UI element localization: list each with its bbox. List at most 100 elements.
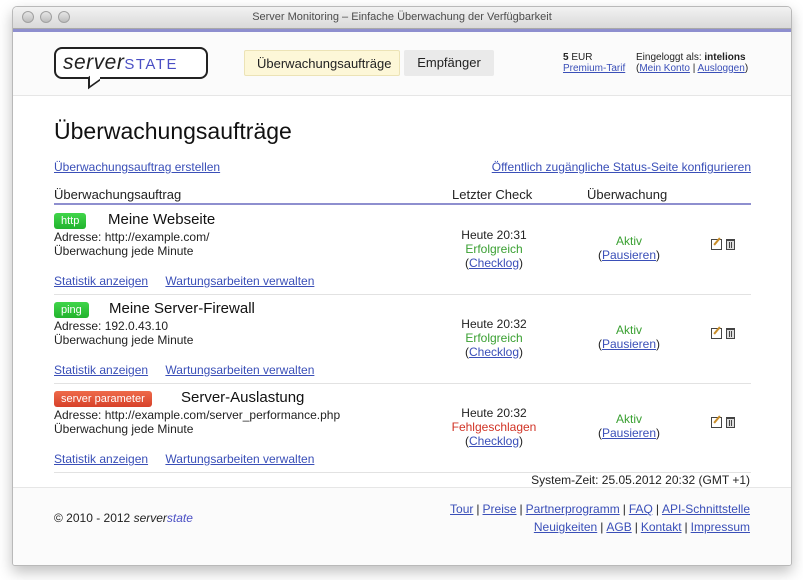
logo-text-part1: server: [63, 51, 125, 74]
check-status: Erfolgreich: [465, 331, 523, 345]
column-header-last-check: Letzter Check: [452, 187, 533, 202]
check-status: Fehlgeschlagen: [451, 420, 537, 434]
premium-plan-link[interactable]: Premium-Tarif: [563, 63, 625, 74]
job-type-badge: ping: [54, 302, 89, 318]
statistics-link[interactable]: Statistik anzeigen: [54, 363, 148, 377]
create-job-link[interactable]: Überwachungsauftrag erstellen: [54, 160, 220, 174]
last-check: Heute 20:32 Fehlgeschlagen (Checklog): [434, 406, 554, 448]
monitoring-status: Aktiv (Pausieren): [579, 234, 679, 262]
logo-text-part2: state: [124, 51, 178, 74]
trash-icon[interactable]: [726, 239, 735, 250]
check-time: Heute 20:31: [461, 228, 527, 242]
checklog-link[interactable]: Checklog: [469, 256, 519, 270]
job-address: Adresse: http://example.com/: [54, 230, 210, 244]
page-footer: © 2010 - 2012 serverstate Tour | Preise | Pa…: [13, 487, 791, 565]
job-address: Adresse: 192.0.43.10: [54, 319, 169, 333]
job-info: Adresse: http://example.com/ Überwachung…: [54, 230, 209, 258]
job-type-badge: http: [54, 213, 87, 229]
check-time: Heute 20:32: [461, 317, 527, 331]
serverstate-logo[interactable]: serverstate: [54, 47, 208, 90]
top-links: Überwachungsauftrag erstellen Öffentlich…: [54, 160, 751, 174]
page-header: serverstate Überwachungsaufträge Empfäng…: [13, 32, 791, 96]
job-address: Adresse: http://example.com/server_perfo…: [54, 408, 341, 422]
job-name: Meine Webseite: [108, 211, 216, 228]
copyright-prefix: © 2010 - 2012: [54, 511, 134, 525]
footer-links-row1: Tour | Preise | Partnerprogramm | FAQ | API-Schn…: [450, 502, 750, 516]
footer-link-tour[interactable]: Tour: [450, 502, 473, 516]
check-status: Erfolgreich: [465, 242, 523, 256]
login-prefix: Eingeloggt als:: [636, 52, 702, 63]
trash-icon[interactable]: [726, 417, 735, 428]
edit-icon[interactable]: [711, 417, 722, 428]
footer-links-row2: Neuigkeiten | AGB | Kontakt | Impressum: [533, 520, 750, 534]
table-row: server parameter Server-Auslastung Adres…: [54, 384, 751, 473]
logout-link[interactable]: Ausloggen: [698, 63, 745, 74]
pause-link[interactable]: Pausieren: [602, 248, 656, 262]
last-check: Heute 20:31 Erfolgreich (Checklog): [434, 228, 554, 270]
table-row: http Meine Webseite Adresse: http://exam…: [54, 206, 751, 295]
my-account-link[interactable]: Mein Konto: [639, 63, 690, 74]
maintenance-link[interactable]: Wartungsarbeiten verwalten: [165, 363, 314, 377]
credit-info: 5 EUR Premium-Tarif: [563, 52, 625, 74]
browser-window: Server Monitoring – Einfache Überwachung…: [12, 6, 792, 566]
footer-brand-part1: server: [133, 511, 167, 525]
edit-icon[interactable]: [711, 239, 722, 250]
footer-link-contact[interactable]: Kontakt: [641, 520, 682, 534]
check-time: Heute 20:32: [461, 406, 527, 420]
login-info: Eingeloggt als: intelions (Mein Konto | …: [636, 52, 749, 74]
system-time: System-Zeit: 25.05.2012 20:32 (GMT +1): [531, 473, 750, 487]
job-interval: Überwachung jede Minute: [54, 244, 194, 258]
table-row: ping Meine Server-Firewall Adresse: 192.…: [54, 295, 751, 384]
job-name: Server-Auslastung: [181, 389, 305, 406]
checklog-link[interactable]: Checklog: [469, 434, 519, 448]
footer-link-imprint[interactable]: Impressum: [691, 520, 750, 534]
tab-monitoring-jobs[interactable]: Überwachungsaufträge: [244, 50, 400, 76]
last-check: Heute 20:32 Erfolgreich (Checklog): [434, 317, 554, 359]
trash-icon[interactable]: [726, 328, 735, 339]
footer-brand-part2: state: [166, 511, 193, 525]
login-username: intelions: [704, 52, 746, 63]
monitor-status: Aktiv: [615, 412, 642, 426]
row-actions: [711, 417, 735, 428]
edit-icon[interactable]: [711, 328, 722, 339]
monitoring-status: Aktiv (Pausieren): [579, 412, 679, 440]
checklog-link[interactable]: Checklog: [469, 345, 519, 359]
job-interval: Überwachung jede Minute: [54, 422, 194, 436]
job-links: Statistik anzeigen Wartungsarbeiten verw…: [54, 452, 328, 466]
monitor-status: Aktiv: [615, 323, 642, 337]
monitor-status: Aktiv: [615, 234, 642, 248]
footer-link-partner-program[interactable]: Partnerprogramm: [526, 502, 620, 516]
credit-amount: 5: [563, 52, 569, 63]
row-actions: [711, 328, 735, 339]
maintenance-link[interactable]: Wartungsarbeiten verwalten: [165, 452, 314, 466]
column-header-job: Überwachungsauftrag: [54, 187, 182, 202]
job-info: Adresse: http://example.com/server_perfo…: [54, 408, 340, 436]
job-interval: Überwachung jede Minute: [54, 333, 194, 347]
copyright: © 2010 - 2012 serverstate: [54, 511, 193, 525]
footer-link-faq[interactable]: FAQ: [629, 502, 653, 516]
monitoring-status: Aktiv (Pausieren): [579, 323, 679, 351]
job-type-badge: server parameter: [54, 391, 152, 407]
status-page-config-link[interactable]: Öffentlich zugängliche Status-Seite konf…: [492, 160, 751, 174]
tab-recipients[interactable]: Empfänger: [404, 50, 494, 76]
title-bar: Server Monitoring – Einfache Überwachung…: [13, 7, 791, 29]
job-info: Adresse: 192.0.43.10 Überwachung jede Mi…: [54, 319, 193, 347]
pause-link[interactable]: Pausieren: [602, 426, 656, 440]
footer-link-news[interactable]: Neuigkeiten: [534, 520, 597, 534]
footer-link-terms[interactable]: AGB: [606, 520, 631, 534]
statistics-link[interactable]: Statistik anzeigen: [54, 452, 148, 466]
footer-link-api[interactable]: API-Schnittstelle: [662, 502, 750, 516]
window-title: Server Monitoring – Einfache Überwachung…: [252, 11, 552, 23]
maintenance-link[interactable]: Wartungsarbeiten verwalten: [165, 274, 314, 288]
pause-link[interactable]: Pausieren: [602, 337, 656, 351]
statistics-link[interactable]: Statistik anzeigen: [54, 274, 148, 288]
footer-link-prices[interactable]: Preise: [483, 502, 517, 516]
job-name: Meine Server-Firewall: [109, 300, 255, 317]
table-header: Überwachungsauftrag Letzter Check Überwa…: [54, 185, 751, 205]
job-links: Statistik anzeigen Wartungsarbeiten verw…: [54, 363, 328, 377]
column-header-monitoring: Überwachung: [587, 187, 668, 202]
row-actions: [711, 239, 735, 250]
page-title: Überwachungsaufträge: [54, 118, 292, 144]
job-links: Statistik anzeigen Wartungsarbeiten verw…: [54, 274, 328, 288]
credit-currency: EUR: [571, 52, 593, 63]
